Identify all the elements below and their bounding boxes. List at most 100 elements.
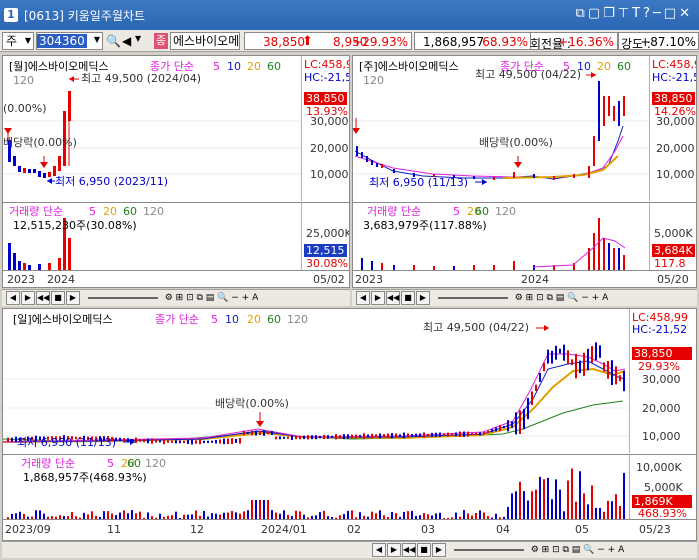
weekly-vol-tick: 5,000K <box>654 227 693 240</box>
scroll-left-icon[interactable]: ◀ <box>356 291 370 305</box>
minimize-icon[interactable]: ─ <box>653 6 664 21</box>
market-select[interactable]: 주 ▼ <box>2 32 34 50</box>
play-icon[interactable]: ▶ <box>416 291 430 305</box>
candle <box>371 433 373 439</box>
skip-back-icon[interactable]: ◀◀ <box>386 291 400 305</box>
zoom-out-icon[interactable]: − <box>231 293 239 303</box>
pin-icon[interactable]: ⊤ <box>618 6 632 21</box>
candle <box>235 438 237 443</box>
daily-volume-svg: 거래량 단순 5 20 60 120 1,868,957주(468.93%) <box>7 457 625 520</box>
candle <box>215 439 217 444</box>
candle <box>143 439 145 443</box>
candle <box>223 438 225 445</box>
candle <box>623 370 625 392</box>
window-controls: ⧉▢❐⊤T?─□✕ <box>576 6 693 21</box>
stop-icon[interactable]: ■ <box>401 291 415 305</box>
candle <box>439 432 441 437</box>
weekly-y-tick: 10,000 <box>656 168 695 181</box>
candle <box>467 431 469 437</box>
volume-bar <box>615 494 617 520</box>
font-size-icon[interactable]: A <box>602 293 608 303</box>
play-icon[interactable]: ▶ <box>432 543 446 557</box>
font-size-icon[interactable]: A <box>618 545 624 555</box>
font-icon[interactable]: T <box>632 6 643 21</box>
daily-scrollbar[interactable]: ◀ ▶ ◀◀ ■ ▶ ⚙ ⊞ ⊡ ⧉ ▤ 🔍 − + A <box>2 541 697 558</box>
close-icon[interactable]: ✕ <box>679 6 693 21</box>
candle <box>527 398 529 420</box>
weekly-vol-pct-tag: 117.8 <box>654 257 686 270</box>
zoom-slider[interactable] <box>437 296 508 299</box>
monthly-price-svg: [월]에스바이오메딕스 종가 단순 5 10 20 60 120 최고 49,5… <box>3 60 301 188</box>
candle <box>187 440 189 444</box>
daily-x-axis: 2023/09 11 12 2024/01 02 03 04 05 05/23 <box>3 519 696 540</box>
help-icon[interactable]: ? <box>643 6 653 21</box>
step-right-icon[interactable]: ▶ <box>371 291 385 305</box>
candle <box>351 434 353 439</box>
daily-chart-pane: [일]에스바이오메딕스 종가 단순 5 10 20 60 120 최고 49,5… <box>2 308 697 541</box>
chart-tools-icon[interactable]: ⚙ ⊞ ⊡ ⧉ ▤ <box>515 293 565 303</box>
scroll-left-icon[interactable]: ◀ <box>6 291 20 305</box>
zoom-icon[interactable]: 🔍 <box>567 293 578 303</box>
chart-tools-icon[interactable]: ⚙ ⊞ ⊡ ⧉ ▤ <box>165 293 215 303</box>
stop-icon[interactable]: ■ <box>51 291 65 305</box>
skip-back-icon[interactable]: ◀◀ <box>36 291 50 305</box>
step-right-icon[interactable]: ▶ <box>21 291 35 305</box>
candle <box>119 437 121 442</box>
candle <box>491 428 493 433</box>
volume-bar <box>539 476 541 520</box>
daily-vol-value: 1,868,957주(468.93%) <box>23 471 147 484</box>
weekly-lc: LC:458,9 <box>652 58 697 71</box>
monthly-scrollbar[interactable]: ◀ ▶ ◀◀ ■ ▶ ⚙ ⊞ ⊡ ⧉ ▤ 🔍 − + A <box>2 289 350 306</box>
chevron-down-icon[interactable]: ▼ <box>135 34 141 43</box>
monthly-x-label: 2023 <box>7 273 35 286</box>
candle <box>539 372 541 382</box>
maximize-icon[interactable]: □ <box>664 6 679 21</box>
code-input[interactable]: 304360 ▼ <box>36 32 103 50</box>
candle <box>523 408 525 430</box>
monthly-high-label: 최고 49,500 (2024/04) <box>81 72 201 85</box>
daily-price-area: [일]에스바이오메딕스 종가 단순 5 10 20 60 120 최고 49,5… <box>3 309 629 453</box>
chart-tools-icon[interactable]: ⚙ ⊞ ⊡ ⧉ ▤ <box>531 545 581 555</box>
zoom-in-icon[interactable]: + <box>592 293 600 303</box>
zoom-out-icon[interactable]: − <box>581 293 589 303</box>
monthly-vol-ma5: 5 <box>89 205 96 218</box>
monthly-price-area: [월]에스바이오메딕스 종가 단순 5 10 20 60 120 최고 49,5… <box>3 56 301 201</box>
monthly-vol-tag: 12,515 <box>304 244 347 257</box>
monthly-vol-title: 거래량 단순 <box>9 205 63 218</box>
daily-high-label: 최고 49,500 (04/22) <box>423 321 529 334</box>
font-size-icon[interactable]: A <box>252 293 258 303</box>
play-icon[interactable]: ▶ <box>66 291 80 305</box>
stock-name-field[interactable]: 에스바이오메 <box>170 32 240 50</box>
zoom-in-icon[interactable]: + <box>242 293 250 303</box>
skip-back-icon[interactable]: ◀◀ <box>402 543 416 557</box>
volume-bar <box>571 468 573 520</box>
restore-icon[interactable]: ▢ <box>588 6 603 21</box>
candle <box>503 425 505 429</box>
zoom-icon[interactable]: 🔍 <box>583 545 594 555</box>
volume-pct: 68.93% <box>482 35 528 49</box>
candle <box>571 359 573 366</box>
zoom-icon[interactable]: 🔍 <box>217 293 228 303</box>
candle <box>151 438 153 444</box>
candle <box>383 434 385 438</box>
weekly-scrollbar[interactable]: ◀ ▶ ◀◀ ■ ▶ ⚙ ⊞ ⊡ ⧉ ▤ 🔍 − + A <box>352 289 697 306</box>
candle <box>243 430 245 436</box>
zoom-slider[interactable] <box>453 548 524 551</box>
daily-y-tick: 20,000 <box>642 402 681 415</box>
speaker-icon[interactable]: ◀ <box>122 34 131 48</box>
scroll-left-icon[interactable]: ◀ <box>372 543 386 557</box>
monthly-ma5: 5 <box>213 60 220 73</box>
candle <box>183 440 185 444</box>
link-icon[interactable]: ⧉ <box>576 6 588 21</box>
candle <box>307 435 309 440</box>
step-right-icon[interactable]: ▶ <box>387 543 401 557</box>
candle <box>195 440 197 444</box>
zoom-out-icon[interactable]: − <box>597 545 605 555</box>
search-icon[interactable]: 🔍 <box>106 34 121 48</box>
zoom-in-icon[interactable]: + <box>608 545 616 555</box>
candle <box>427 433 429 437</box>
copy-icon[interactable]: ❐ <box>603 6 618 21</box>
stop-icon[interactable]: ■ <box>417 543 431 557</box>
zoom-slider[interactable] <box>87 296 158 299</box>
weekly-date-right: 05/20 <box>657 273 689 286</box>
